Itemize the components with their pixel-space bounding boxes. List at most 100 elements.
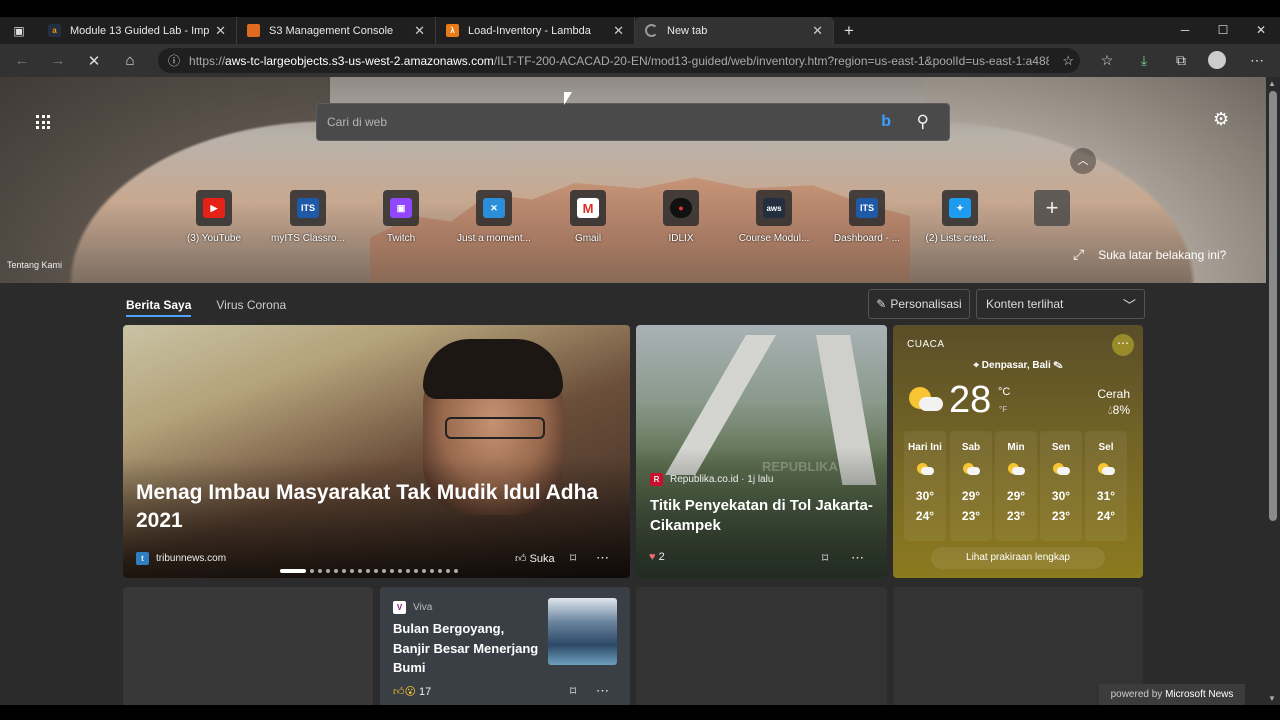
window-controls: ─ ☐ ✕: [1166, 17, 1280, 44]
like-button[interactable]: 👍︎ Suka: [515, 552, 555, 565]
favorites-icon[interactable]: ☆: [1097, 52, 1117, 69]
edit-location-icon[interactable]: ✎: [1054, 360, 1063, 371]
quick-link-gmail[interactable]: M Gmail: [548, 190, 628, 244]
tab-actions-icon[interactable]: ▣: [0, 24, 38, 38]
add-favorite-icon[interactable]: ☆: [1062, 53, 1074, 69]
twitch-icon: ▣: [390, 198, 412, 218]
current-temperature: 28: [949, 379, 992, 421]
close-tab-icon[interactable]: ✕: [215, 23, 226, 39]
more-options-icon[interactable]: ⋯: [596, 683, 609, 699]
close-tab-icon[interactable]: ✕: [812, 23, 823, 39]
quick-link-youtube[interactable]: ▶ (3) YouTube: [174, 190, 254, 244]
visible-content-dropdown[interactable]: Konten terlihat ﹀: [976, 289, 1145, 319]
story-title[interactable]: Titik Penyekatan di Tol Jakarta-Cikampek: [650, 496, 875, 537]
placeholder-card: [636, 587, 887, 705]
main-story-card[interactable]: Menag Imbau Masyarakat Tak Mudik Idul Ad…: [123, 325, 630, 578]
like-background-label: Suka latar belakang ini?: [1098, 248, 1227, 262]
personalize-button[interactable]: ✎ Personalisasi: [868, 289, 970, 319]
forecast-day[interactable]: Sel 31° 24°: [1085, 431, 1127, 541]
new-tab-button[interactable]: +: [834, 21, 864, 41]
quick-link-course-modul[interactable]: aws Course Modul...: [734, 190, 814, 244]
minimize-icon[interactable]: ─: [1166, 17, 1204, 44]
quick-link-twitch[interactable]: ▣ Twitch: [361, 190, 441, 244]
bookmark-icon[interactable]: ⌑: [570, 684, 576, 698]
full-forecast-link[interactable]: Lihat prakiraan lengkap: [931, 547, 1105, 569]
more-options-icon[interactable]: ⋯: [1112, 334, 1134, 356]
weather-location[interactable]: ⌖ Denpasar, Bali ✎: [893, 360, 1143, 371]
story-photo-glasses: [445, 417, 545, 439]
page-settings-gear-icon[interactable]: ⚙: [1213, 109, 1229, 130]
add-quick-link-button[interactable]: +: [1034, 190, 1070, 226]
back-icon[interactable]: ←: [4, 52, 40, 69]
forecast-day[interactable]: Sab 29° 23°: [950, 431, 992, 541]
story-card-bulan[interactable]: V Viva Bulan Bergoyang, Banjir Besar Men…: [380, 587, 630, 705]
quick-link-myits[interactable]: ITS myITS Classro...: [268, 190, 348, 244]
weather-card[interactable]: CUACA ⋯ ⌖ Denpasar, Bali ✎ 28 °C °F Cera…: [893, 325, 1143, 578]
forecast-day[interactable]: Hari Ini 30° 24°: [904, 431, 946, 541]
about-link[interactable]: Tentang Kami: [7, 260, 62, 270]
scrollbar-thumb[interactable]: [1269, 91, 1277, 521]
story-title[interactable]: Bulan Bergoyang, Banjir Besar Menerjang …: [393, 619, 543, 678]
maximize-icon[interactable]: ☐: [1204, 17, 1242, 44]
forecast-day[interactable]: Min 29° 23°: [995, 431, 1037, 541]
reactions[interactable]: 👍︎😮︎ 17: [393, 685, 431, 698]
forecast-low: 24°: [1096, 509, 1116, 523]
reactions[interactable]: ♥ 2: [649, 551, 665, 563]
forecast-high: 30°: [1051, 489, 1071, 503]
forecast-day[interactable]: Sen 30° 23°: [1040, 431, 1082, 541]
tab-lambda[interactable]: λ Load-Inventory - Lambda ✕: [436, 17, 635, 44]
stop-loading-icon[interactable]: ✕: [76, 52, 112, 70]
tab-new-tab[interactable]: New tab ✕: [635, 17, 834, 44]
quick-link-label: Gmail: [574, 233, 602, 244]
site-info-icon[interactable]: ⓘ: [168, 52, 180, 69]
app-launcher-icon[interactable]: [36, 115, 50, 129]
unit-celsius[interactable]: °C: [998, 386, 1010, 398]
story-source: t tribunnews.com: [136, 552, 226, 565]
carousel-dots[interactable]: [280, 569, 458, 573]
quick-link-twitter-lists[interactable]: ✦ (2) Lists creat...: [920, 190, 1000, 244]
tab-module-13[interactable]: a Module 13 Guided Lab - Implem ✕: [38, 17, 237, 44]
bookmark-icon[interactable]: ⌑: [822, 551, 828, 565]
scroll-down-icon[interactable]: ▼: [1268, 694, 1276, 703]
tab-berita-saya[interactable]: Berita Saya: [126, 298, 192, 317]
vertical-scrollbar[interactable]: ▲ ▼: [1266, 77, 1280, 705]
search-input[interactable]: [327, 115, 867, 129]
tab-virus-corona[interactable]: Virus Corona: [216, 298, 286, 317]
quick-link-label: Dashboard - ...: [833, 233, 901, 244]
quick-link-just-a-moment[interactable]: ✕ Just a moment...: [454, 190, 534, 244]
loading-spinner-icon: [645, 24, 658, 37]
more-options-icon[interactable]: ⋯: [851, 550, 864, 566]
close-window-icon[interactable]: ✕: [1242, 17, 1280, 44]
profile-avatar-icon[interactable]: [1208, 51, 1226, 69]
close-tab-icon[interactable]: ✕: [414, 23, 425, 39]
settings-menu-icon[interactable]: ⋯: [1247, 52, 1267, 69]
unit-fahrenheit[interactable]: °F: [999, 405, 1007, 414]
weather-label: CUACA: [907, 339, 945, 350]
quick-link-dashboard[interactable]: ITS Dashboard - ...: [827, 190, 907, 244]
tab-title: S3 Management Console: [269, 24, 394, 37]
scroll-up-icon[interactable]: ▲: [1268, 79, 1276, 88]
more-options-icon[interactable]: ⋯: [596, 550, 609, 566]
quick-link-label: (2) Lists creat...: [925, 233, 995, 244]
bing-icon[interactable]: b: [881, 113, 891, 131]
url-field[interactable]: ⓘ https://aws-tc-largeobjects.s3-us-west…: [158, 48, 1080, 73]
quick-link-idlix[interactable]: ● IDLIX: [641, 190, 721, 244]
story-card-tol[interactable]: REPUBLIKA R Republika.co.id · 1j lalu Ti…: [636, 325, 887, 578]
collections-icon[interactable]: ⧉: [1171, 52, 1191, 69]
personalize-label: Personalisasi: [890, 297, 962, 311]
search-icon[interactable]: ⚲: [917, 112, 929, 132]
downloads-icon[interactable]: ⤓: [1134, 52, 1154, 69]
tab-s3-console[interactable]: S3 Management Console ✕: [237, 17, 436, 44]
collapse-chevron-up-icon[interactable]: ︿: [1070, 148, 1096, 174]
mouse-cursor-icon: [564, 92, 572, 105]
forward-icon[interactable]: →: [40, 52, 76, 69]
close-tab-icon[interactable]: ✕: [613, 23, 624, 39]
its-icon: ITS: [856, 198, 878, 218]
forecast-low: 23°: [961, 509, 981, 523]
story-title[interactable]: Menag Imbau Masyarakat Tak Mudik Idul Ad…: [136, 479, 606, 536]
like-background-link[interactable]: ⤢ Suka latar belakang ini?: [1073, 246, 1226, 263]
home-icon[interactable]: ⌂: [112, 52, 148, 69]
quick-link-label: Course Modul...: [738, 233, 810, 244]
url-host: aws-tc-largeobjects.s3-us-west-2.amazona…: [225, 53, 494, 68]
bookmark-icon[interactable]: ⌑: [570, 551, 576, 565]
